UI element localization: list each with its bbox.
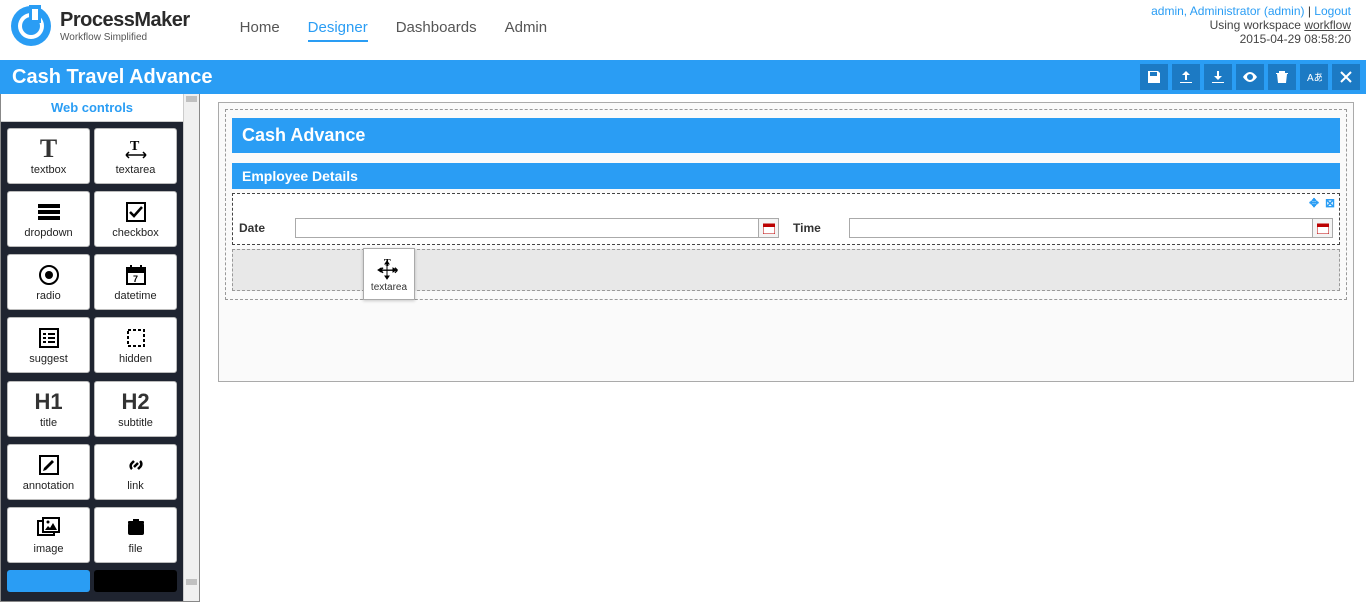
control-checkbox[interactable]: checkbox: [94, 191, 177, 247]
main-area: Web controls Ttextbox Ttextarea dropdown…: [0, 94, 1366, 602]
svg-text:T: T: [384, 258, 391, 269]
dragging-textarea-ghost: T textarea: [363, 248, 415, 300]
svg-text:7: 7: [133, 274, 138, 284]
time-input[interactable]: [850, 219, 1312, 237]
control-link[interactable]: link: [94, 444, 177, 500]
control-title[interactable]: H1title: [7, 381, 90, 437]
row-delete-icon[interactable]: ⊠: [1323, 196, 1337, 210]
process-title: Cash Travel Advance: [12, 66, 212, 89]
sidebar-scrollbar[interactable]: [183, 94, 199, 601]
field-date: Date: [239, 218, 779, 238]
control-image[interactable]: image: [7, 507, 90, 563]
sidebar-wrap: Web controls Ttextbox Ttextarea dropdown…: [0, 94, 200, 602]
form-inner: Cash Advance Employee Details ✥ ⊠ Date: [225, 109, 1347, 300]
nav-home[interactable]: Home: [240, 19, 280, 42]
nav-designer[interactable]: Designer: [308, 19, 368, 42]
logout-link[interactable]: Logout: [1314, 4, 1351, 18]
user-label-link[interactable]: admin, Administrator (admin): [1151, 4, 1304, 18]
import-button[interactable]: [1204, 64, 1232, 90]
form-row-datetime[interactable]: ✥ ⊠ Date Time: [232, 193, 1340, 245]
row-move-icon[interactable]: ✥: [1307, 196, 1321, 210]
export-button[interactable]: [1172, 64, 1200, 90]
control-swatch-black[interactable]: [94, 570, 177, 592]
date-input[interactable]: [296, 219, 758, 237]
form-canvas: Cash Advance Employee Details ✥ ⊠ Date: [218, 102, 1354, 382]
app-name: ProcessMaker: [60, 9, 190, 32]
control-swatch-blue[interactable]: [7, 570, 90, 592]
field-time: Time: [793, 218, 1333, 238]
control-subtitle[interactable]: H2subtitle: [94, 381, 177, 437]
nav-admin[interactable]: Admin: [505, 19, 548, 42]
control-hidden[interactable]: hidden: [94, 317, 177, 373]
workspace-name: workflow: [1304, 18, 1351, 32]
language-button[interactable]: Aあ: [1300, 64, 1328, 90]
control-datetime[interactable]: 7datetime: [94, 254, 177, 310]
titlebar-actions: Aあ: [1140, 64, 1360, 90]
timestamp: 2015-04-29 08:58:20: [1151, 32, 1351, 46]
save-button[interactable]: [1140, 64, 1168, 90]
control-dropdown[interactable]: dropdown: [7, 191, 90, 247]
control-radio[interactable]: radio: [7, 254, 90, 310]
date-label: Date: [239, 221, 289, 235]
main-nav: Home Designer Dashboards Admin: [240, 5, 547, 42]
control-textarea[interactable]: Ttextarea: [94, 128, 177, 184]
sidebar-header: Web controls: [1, 94, 183, 122]
controls-grid: Ttextbox Ttextarea dropdown checkbox rad…: [1, 122, 183, 601]
logo-icon: [10, 5, 52, 47]
close-button[interactable]: [1332, 64, 1360, 90]
app-header: ProcessMaker Workflow Simplified Home De…: [0, 0, 1366, 60]
control-suggest[interactable]: suggest: [7, 317, 90, 373]
svg-text:T: T: [130, 139, 140, 154]
nav-dashboards[interactable]: Dashboards: [396, 19, 477, 42]
workspace-prefix: Using workspace: [1210, 18, 1305, 32]
controls-sidebar: Web controls Ttextbox Ttextarea dropdown…: [1, 94, 183, 601]
form-title[interactable]: Cash Advance: [232, 118, 1340, 153]
time-label: Time: [793, 221, 843, 235]
preview-button[interactable]: [1236, 64, 1264, 90]
designer-titlebar: Cash Travel Advance Aあ: [0, 60, 1366, 94]
time-calendar-icon[interactable]: [1312, 219, 1332, 237]
control-textbox[interactable]: Ttextbox: [7, 128, 90, 184]
control-file[interactable]: file: [94, 507, 177, 563]
svg-text:Aあ: Aあ: [1307, 72, 1322, 84]
dragging-label: textarea: [371, 282, 407, 293]
date-calendar-icon[interactable]: [758, 219, 778, 237]
delete-button[interactable]: [1268, 64, 1296, 90]
form-subtitle[interactable]: Employee Details: [232, 163, 1340, 189]
canvas-area: Cash Advance Employee Details ✥ ⊠ Date: [200, 94, 1366, 602]
app-tagline: Workflow Simplified: [60, 32, 190, 43]
control-annotation[interactable]: annotation: [7, 444, 90, 500]
logo-area: ProcessMaker Workflow Simplified: [10, 5, 190, 47]
header-user-area: admin, Administrator (admin) | Logout Us…: [1151, 4, 1351, 46]
drop-zone-row[interactable]: T textarea: [232, 249, 1340, 291]
